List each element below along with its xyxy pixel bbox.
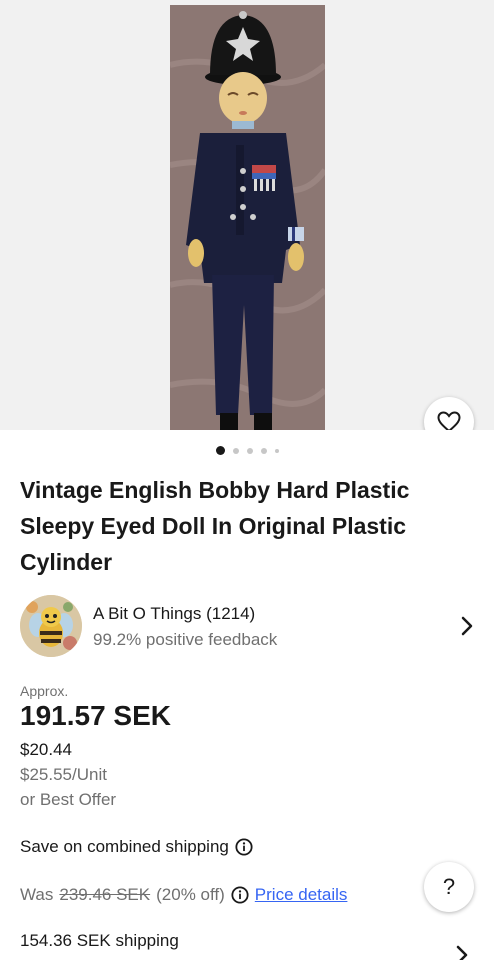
combined-shipping-label: Save on combined shipping — [20, 837, 229, 856]
item-price: 191.57 SEK — [20, 700, 171, 731]
price-usd: $20.44 — [20, 740, 72, 759]
seller-feedback: 99.2% positive feedback — [93, 630, 278, 649]
bee-avatar-icon — [20, 595, 82, 657]
pagination-dot[interactable] — [260, 447, 267, 454]
discount-label: (20% off) — [156, 885, 225, 904]
listing-title: Vintage English Bobby Hard Plastic Sleep… — [20, 477, 410, 575]
combined-shipping-row[interactable]: Save on combined shipping — [20, 837, 253, 857]
info-icon[interactable] — [231, 886, 249, 904]
heart-icon — [437, 411, 461, 430]
info-icon[interactable] — [235, 838, 253, 856]
best-offer-label: or Best Offer — [20, 790, 117, 809]
question-mark-icon: ? — [442, 874, 456, 899]
seller-name[interactable]: A Bit O Things (1214) — [93, 604, 255, 624]
pagination-dot[interactable] — [246, 447, 253, 454]
chevron-right-icon[interactable] — [460, 615, 474, 637]
help-button[interactable]: ? — [424, 862, 474, 912]
chevron-right-icon[interactable] — [455, 944, 469, 960]
pagination-dot[interactable] — [274, 448, 279, 453]
was-label: Was — [20, 885, 54, 904]
price-per-unit: $25.55/Unit — [20, 765, 107, 784]
seller-avatar — [20, 595, 82, 657]
price-details-link[interactable]: Price details — [255, 885, 348, 905]
listing-photo[interactable] — [170, 5, 325, 430]
was-price: 239.46 SEK — [59, 885, 151, 904]
doll-illustration — [170, 5, 325, 430]
approx-label: Approx. — [20, 683, 69, 699]
pagination-dot-active[interactable] — [215, 446, 225, 455]
seller-card[interactable]: A Bit O Things (1214) 99.2% positive fee… — [20, 595, 474, 657]
watch-button[interactable] — [424, 397, 474, 430]
image-gallery[interactable] — [0, 0, 494, 430]
gallery-pagination[interactable] — [0, 446, 494, 455]
pagination-dot[interactable] — [232, 447, 239, 454]
was-price-row: Was 239.46 SEK (20% off) Price details — [20, 885, 347, 905]
shipping-cost: 154.36 SEK shipping — [20, 931, 179, 950]
